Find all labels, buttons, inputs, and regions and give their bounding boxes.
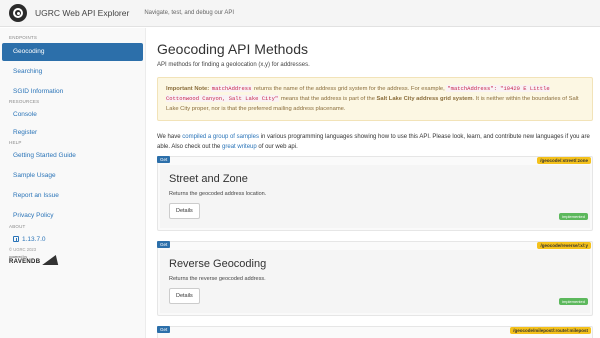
app-title[interactable]: UGRC Web API Explorer <box>35 8 129 18</box>
endpoint-card-milepost: Get /geocode/milepost/:route/:milepost <box>157 326 593 338</box>
page-subtitle: API methods for finding a geolocation (x… <box>157 62 310 68</box>
sidebar-item-geocoding[interactable]: Geocoding <box>2 43 143 61</box>
version-link[interactable]: 1.13.7.0 <box>0 232 145 246</box>
sidebar-heading-resources: RESOURCES <box>9 99 40 104</box>
writeup-link[interactable]: great writeup <box>222 144 257 150</box>
sidebar-heading-about: ABOUT <box>9 224 26 229</box>
status-badge: implemented <box>559 213 588 220</box>
top-navbar: UGRC Web API Explorer Navigate, test, an… <box>0 0 600 27</box>
copyright: © UGRC 2023 <box>9 247 37 252</box>
note-text-1: returns the name of the address grid sys… <box>252 86 447 92</box>
endpoint-description: Returns the geocoded address location. <box>169 191 267 197</box>
details-button[interactable]: Details <box>169 203 200 219</box>
samples-link[interactable]: compiled a group of samples <box>182 134 259 140</box>
main-content: Geocoding API Methods API methods for fi… <box>157 28 593 338</box>
endpoint-description: Returns the reverse geocoded address. <box>169 276 266 282</box>
version-label: 1.13.7.0 <box>22 235 46 243</box>
route-badge: /geocode/reverse/:x/:y <box>537 242 591 249</box>
ugrc-logo-icon[interactable] <box>9 4 27 22</box>
note-bold: Salt Lake City address grid system <box>376 96 473 102</box>
note-code-match-address: matchAddress <box>210 85 253 92</box>
method-badge: Get <box>157 241 171 248</box>
sidebar: ENDPOINTS Geocoding Searching SGID Infor… <box>0 28 146 338</box>
intro-text: We have compiled a group of samples in v… <box>157 133 593 152</box>
raven-icon <box>42 255 63 265</box>
sidebar-heading-endpoints: ENDPOINTS <box>9 35 38 40</box>
endpoint-card-street-zone: Get /geocode/:street/:zone Street and Zo… <box>157 156 593 231</box>
intro-text-3: of our web api. <box>256 143 298 150</box>
method-badge: Get <box>157 326 171 333</box>
intro-text-1: We have <box>157 134 183 140</box>
ravendb-label: RAVENDB <box>9 259 41 265</box>
method-badge: Get <box>157 156 171 163</box>
sidebar-item-searching[interactable]: Searching <box>0 63 145 81</box>
route-badge: /geocode/milepost/:route/:milepost <box>510 327 591 334</box>
sidebar-item-console[interactable]: Console <box>0 106 145 124</box>
note-label: Important Note: <box>166 86 210 92</box>
sidebar-item-sample-usage[interactable]: Sample Usage <box>0 167 145 185</box>
sidebar-item-privacy-policy[interactable]: Privacy Policy <box>0 207 145 225</box>
route-badge: /geocode/:street/:zone <box>537 157 591 164</box>
github-icon <box>13 236 19 242</box>
important-note: Important Note: matchAddress returns the… <box>157 77 593 121</box>
endpoint-title: Reverse Geocoding <box>169 258 267 270</box>
sidebar-item-getting-started[interactable]: Getting Started Guide <box>0 147 145 165</box>
ravendb-logo[interactable]: powered by RAVENDB <box>0 255 145 265</box>
page-title: Geocoding API Methods <box>157 41 308 57</box>
sidebar-item-report-issue[interactable]: Report an Issue <box>0 187 145 205</box>
details-button[interactable]: Details <box>169 288 200 304</box>
app-tagline: Navigate, test, and debug our API <box>144 10 235 16</box>
note-text-2: means that the address is part of the <box>279 96 377 102</box>
endpoint-title: Street and Zone <box>169 173 248 185</box>
endpoint-card-reverse-geocoding: Get /geocode/reverse/:x/:y Reverse Geoco… <box>157 241 593 316</box>
status-badge: implemented <box>559 298 588 305</box>
